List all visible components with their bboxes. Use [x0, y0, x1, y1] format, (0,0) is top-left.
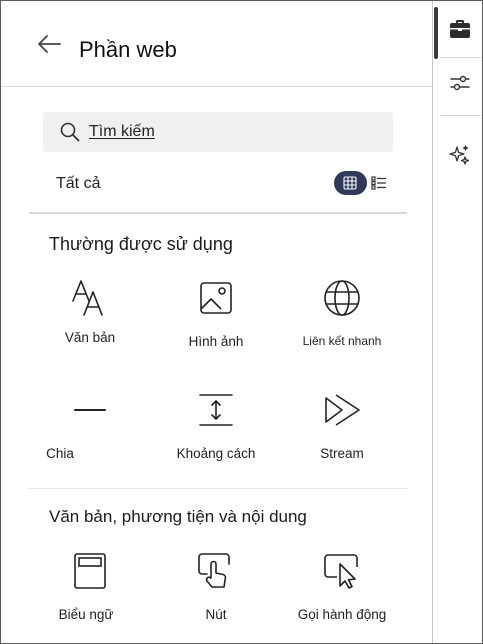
grid-icon: [343, 176, 357, 190]
toolbox-icon: [450, 20, 470, 38]
spacer-icon: [199, 394, 233, 426]
settings-sliders-icon: [450, 75, 470, 91]
search-box[interactable]: Tìm kiếm: [43, 112, 393, 152]
button-tap-icon: [198, 553, 230, 588]
web-part-label: Chia: [46, 446, 74, 461]
rail-toolbox-button[interactable]: [446, 15, 474, 43]
web-part-label: Liên kết nhanh: [302, 334, 382, 348]
sparkle-icon: [449, 145, 470, 165]
web-part-text[interactable]: Văn bản: [25, 278, 155, 368]
section-divider: [29, 488, 407, 489]
web-part-call-to-action[interactable]: Gọi hành động: [277, 551, 407, 641]
banner-icon: [74, 553, 106, 589]
web-part-label: Khoảng cách: [176, 446, 256, 461]
image-icon: [200, 282, 232, 314]
section-title-frequent: Thường được sử dụng: [49, 234, 233, 254]
divider-icon: [74, 409, 106, 411]
web-part-quick-links[interactable]: Liên kết nhanh: [277, 278, 407, 368]
rail-divider: [441, 57, 481, 58]
rail-design-ideas-button[interactable]: [446, 141, 474, 169]
web-part-label: Văn bản: [64, 330, 116, 345]
web-part-button[interactable]: Nút: [151, 551, 281, 641]
view-toggle: [334, 171, 390, 195]
rail-selection-indicator: [434, 7, 438, 59]
section-title-text-media: Văn bản, phương tiện và nội dung: [49, 507, 307, 526]
grid-view-button[interactable]: [334, 171, 367, 195]
web-part-label: Nút: [205, 607, 227, 622]
arrow-left-icon: [38, 35, 61, 53]
search-input[interactable]: Tìm kiếm: [89, 123, 155, 141]
stream-icon: [325, 394, 360, 426]
rail-properties-button[interactable]: [446, 69, 474, 97]
list-view-button[interactable]: [369, 171, 390, 195]
web-part-divider[interactable]: Chia: [25, 390, 155, 480]
web-part-spacer[interactable]: Khoảng cách: [151, 390, 281, 480]
rail-divider: [441, 115, 481, 116]
web-part-image[interactable]: Hình ảnh: [151, 278, 281, 368]
web-part-label: Biểu ngữ: [58, 607, 114, 622]
panel-header: Phần web: [1, 1, 432, 87]
web-part-label: Gọi hành động: [297, 607, 387, 622]
web-parts-panel: Phần web Tìm kiếm Tất cả Thường được sử …: [1, 1, 432, 643]
web-part-stream[interactable]: Stream: [277, 390, 407, 480]
web-part-label: Hình ảnh: [188, 334, 244, 349]
globe-icon: [324, 280, 360, 316]
search-icon: [60, 122, 80, 142]
web-part-label: Stream: [320, 446, 364, 461]
side-rail: [432, 1, 482, 643]
section-divider: [29, 212, 407, 214]
list-icon: [371, 176, 387, 190]
web-part-banner[interactable]: Biểu ngữ: [25, 551, 155, 641]
text-icon: [72, 280, 103, 316]
call-to-action-icon: [324, 554, 358, 589]
category-filter[interactable]: Tất cả: [56, 175, 100, 193]
panel-title: Phần web: [79, 37, 177, 62]
back-button[interactable]: [34, 31, 64, 57]
